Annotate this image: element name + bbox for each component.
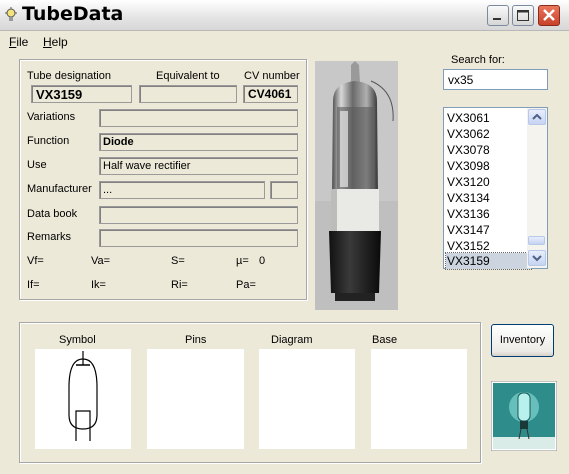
pins-label: Pins <box>185 334 207 346</box>
s-label: S= <box>171 255 185 267</box>
maximize-icon <box>517 10 529 21</box>
close-icon <box>543 9 555 21</box>
scroll-down-button[interactable] <box>528 250 546 266</box>
ri-label: Ri= <box>171 279 188 291</box>
mu-label: µ= <box>236 255 249 267</box>
diode-symbol-icon <box>68 351 98 441</box>
search-label: Search for: <box>451 54 505 66</box>
base-label: Base <box>372 334 398 346</box>
base-panel <box>371 349 467 449</box>
use-label: Use <box>27 159 47 171</box>
manufacturer-label: Manufacturer <box>27 183 92 195</box>
if-label: If= <box>27 279 40 291</box>
close-button[interactable] <box>538 5 560 26</box>
cv-number-label: CV number <box>244 70 300 82</box>
ik-label: Ik= <box>91 279 106 291</box>
symbol-panel <box>35 349 131 449</box>
menu-help[interactable]: Help <box>43 35 68 49</box>
minimize-button[interactable] <box>487 5 509 26</box>
manufacturer-extra-field[interactable] <box>270 181 298 199</box>
symbol-label: Symbol <box>59 334 96 346</box>
menu-file[interactable]: File <box>9 35 28 49</box>
scroll-thumb[interactable] <box>528 236 545 245</box>
va-label: Va= <box>91 255 111 267</box>
list-item[interactable]: VX3136 <box>446 206 531 222</box>
manufacturer-field[interactable]: ... <box>99 181 265 199</box>
remarks-label: Remarks <box>27 231 72 243</box>
minimize-icon <box>493 18 501 20</box>
list-item[interactable]: VX3134 <box>446 190 531 206</box>
mu-value: 0 <box>259 255 266 267</box>
vf-label: Vf= <box>27 255 44 267</box>
list-item-selected[interactable]: VX3159 <box>445 252 532 270</box>
cv-number-field[interactable]: CV4061 <box>243 85 298 103</box>
search-input[interactable] <box>443 69 548 90</box>
tube-photo <box>315 61 398 310</box>
diagram-panel <box>259 349 355 449</box>
tube-logo-image <box>491 381 557 451</box>
inventory-button[interactable]: Inventory <box>491 324 554 357</box>
pa-label: Pa= <box>236 279 256 291</box>
tube-designation-label: Tube designation <box>27 70 111 82</box>
databook-label: Data book <box>27 208 78 220</box>
variations-label: Variations <box>27 111 76 123</box>
function-field[interactable]: Diode <box>99 133 298 151</box>
pins-panel <box>147 349 244 449</box>
list-item[interactable]: VX3147 <box>446 222 531 238</box>
tube-designation-field[interactable]: VX3159 <box>31 85 132 103</box>
maximize-button[interactable] <box>512 5 534 26</box>
list-item[interactable]: VX3078 <box>446 142 531 158</box>
list-item[interactable]: VX3120 <box>446 174 531 190</box>
remarks-field[interactable] <box>99 229 298 247</box>
list-item[interactable]: VX3061 <box>446 110 531 126</box>
scroll-up-button[interactable] <box>528 109 546 125</box>
databook-field[interactable] <box>99 206 298 224</box>
equivalent-label: Equivalent to <box>156 70 220 82</box>
menu-bar <box>0 31 569 51</box>
scroll-up-arrow-icon <box>532 113 542 120</box>
diagram-label: Diagram <box>271 334 313 346</box>
variations-field[interactable] <box>99 109 298 127</box>
function-label: Function <box>27 135 70 147</box>
lightbulb-icon <box>5 7 17 21</box>
list-item[interactable]: VX3062 <box>446 126 531 142</box>
list-item[interactable]: VX3098 <box>446 158 531 174</box>
scroll-down-arrow-icon <box>532 255 542 262</box>
list-item[interactable]: VX3152 <box>446 238 531 254</box>
equivalent-field[interactable] <box>139 85 237 103</box>
window-title: TubeData <box>22 3 124 25</box>
use-field[interactable]: Half wave rectifier <box>99 157 298 175</box>
